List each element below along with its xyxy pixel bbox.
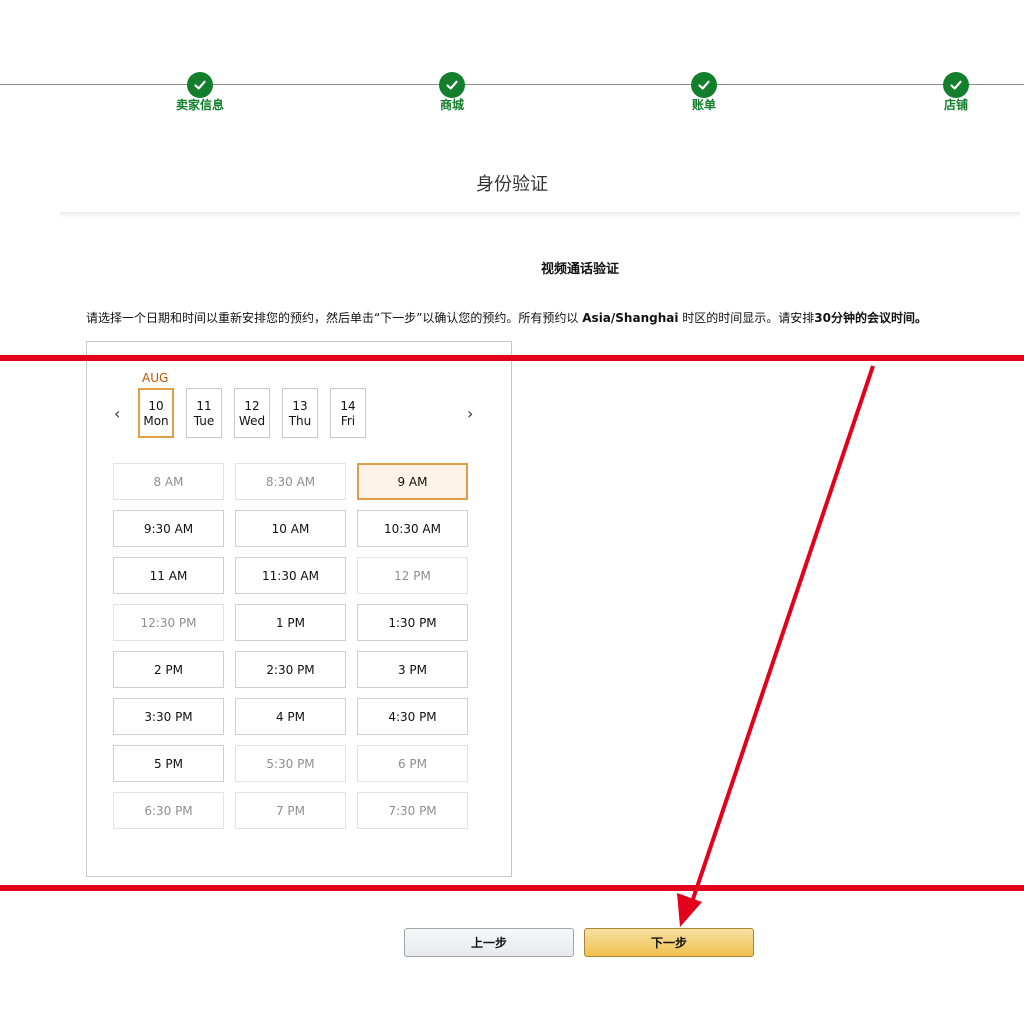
time-slot: 5:30 PM bbox=[235, 745, 346, 782]
time-slot[interactable]: 9 AM bbox=[357, 463, 468, 500]
progress-step: 卖家信息 bbox=[140, 72, 260, 112]
date-number: 14 bbox=[340, 399, 356, 413]
time-slot[interactable]: 3 PM bbox=[357, 651, 468, 688]
time-slot[interactable]: 11:30 AM bbox=[235, 557, 346, 594]
instructions-text: 请选择一个日期和时间以重新安排您的预约，然后单击“下一步”以确认您的预约。所有预… bbox=[86, 309, 927, 326]
page-title: 身份验证 bbox=[476, 174, 548, 195]
chevron-left-icon[interactable]: ‹ bbox=[114, 404, 120, 423]
time-slot: 12 PM bbox=[357, 557, 468, 594]
check-icon bbox=[691, 72, 717, 98]
date-option[interactable]: 11 Tue bbox=[186, 388, 222, 438]
date-weekday: Wed bbox=[238, 414, 266, 428]
date-option[interactable]: 13 Thu bbox=[282, 388, 318, 438]
progress-step-label: 卖家信息 bbox=[175, 98, 224, 112]
instructions-duration: 30分钟的会议时间。 bbox=[814, 311, 927, 325]
previous-step-button[interactable]: 上一步 bbox=[404, 928, 574, 957]
annotation-line-top bbox=[0, 355, 1024, 361]
date-option[interactable]: 10 Mon bbox=[138, 388, 174, 438]
month-label: AUG bbox=[142, 371, 169, 385]
time-slot[interactable]: 4:30 PM bbox=[357, 698, 468, 735]
progress-step: 商城 bbox=[392, 72, 512, 112]
section-title: 视频通话验证 bbox=[540, 262, 619, 277]
date-weekday: Fri bbox=[340, 414, 356, 428]
date-number: 11 bbox=[196, 399, 212, 413]
title-divider bbox=[60, 212, 1020, 218]
date-number: 12 bbox=[244, 399, 260, 413]
progress-step-label: 商城 bbox=[439, 98, 464, 112]
time-slot[interactable]: 2:30 PM bbox=[235, 651, 346, 688]
time-slot[interactable]: 5 PM bbox=[113, 745, 224, 782]
instructions-part1: 请选择一个日期和时间以重新安排您的预约，然后单击“下一步”以确认您的预约。所有预… bbox=[86, 311, 583, 325]
annotation-line-bottom bbox=[0, 885, 1024, 891]
progress-step: 账单 bbox=[644, 72, 764, 112]
time-slot: 6:30 PM bbox=[113, 792, 224, 829]
time-slot: 6 PM bbox=[357, 745, 468, 782]
time-slot: 7 PM bbox=[235, 792, 346, 829]
progress-step: 店铺 bbox=[896, 72, 1016, 112]
check-icon bbox=[943, 72, 969, 98]
time-slot: 12:30 PM bbox=[113, 604, 224, 641]
date-option[interactable]: 12 Wed bbox=[234, 388, 270, 438]
time-slot[interactable]: 10:30 AM bbox=[357, 510, 468, 547]
date-weekday: Thu bbox=[288, 414, 312, 428]
instructions-part2: 时区的时间显示。请安排 bbox=[678, 311, 815, 325]
time-slot[interactable]: 3:30 PM bbox=[113, 698, 224, 735]
time-slot[interactable]: 9:30 AM bbox=[113, 510, 224, 547]
time-slot: 7:30 PM bbox=[357, 792, 468, 829]
time-slot[interactable]: 1 PM bbox=[235, 604, 346, 641]
time-slot[interactable]: 4 PM bbox=[235, 698, 346, 735]
time-slot[interactable]: 10 AM bbox=[235, 510, 346, 547]
time-slot: 8:30 AM bbox=[235, 463, 346, 500]
progress-step-label: 账单 bbox=[691, 98, 716, 112]
time-slot[interactable]: 11 AM bbox=[113, 557, 224, 594]
date-number: 10 bbox=[148, 399, 164, 413]
date-option[interactable]: 14 Fri bbox=[330, 388, 366, 438]
time-slot: 8 AM bbox=[113, 463, 224, 500]
check-icon bbox=[439, 72, 465, 98]
time-slot[interactable]: 1:30 PM bbox=[357, 604, 468, 641]
next-step-button[interactable]: 下一步 bbox=[584, 928, 754, 957]
instructions-timezone: Asia/Shanghai bbox=[582, 311, 679, 325]
time-slot[interactable]: 2 PM bbox=[113, 651, 224, 688]
date-number: 13 bbox=[292, 399, 308, 413]
date-weekday: Tue bbox=[193, 414, 215, 428]
check-icon bbox=[187, 72, 213, 98]
date-weekday: Mon bbox=[143, 414, 169, 428]
progress-step-label: 店铺 bbox=[943, 98, 968, 112]
chevron-right-icon[interactable]: › bbox=[467, 404, 473, 423]
